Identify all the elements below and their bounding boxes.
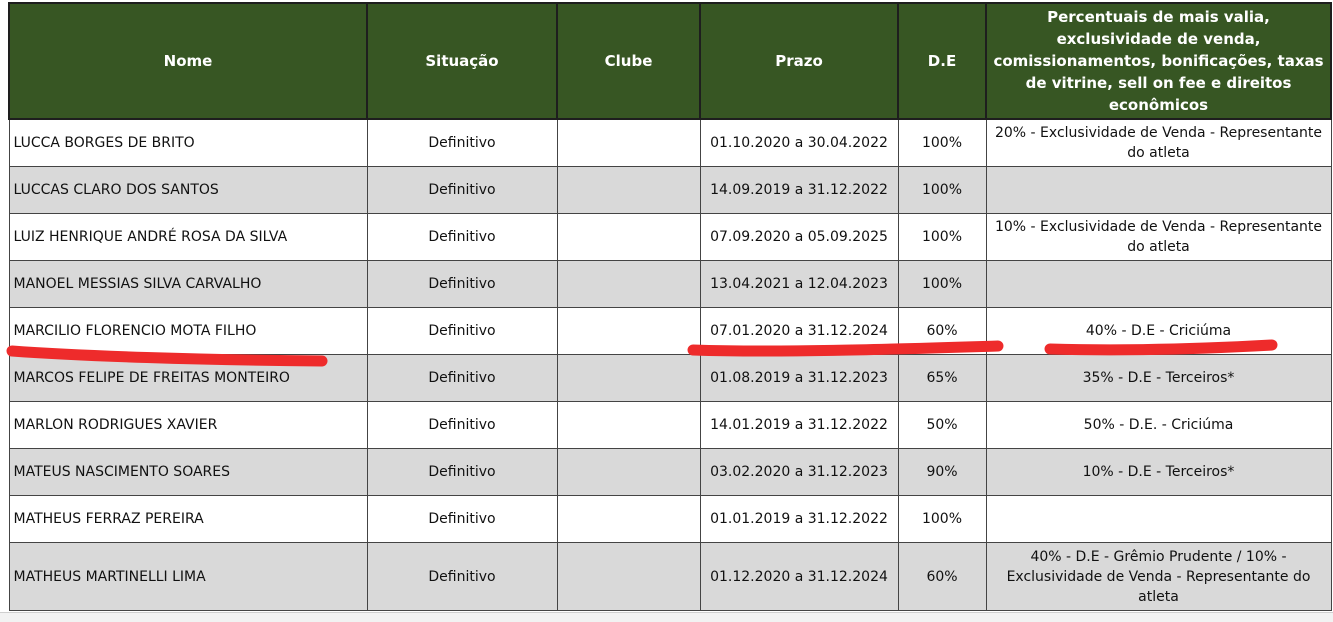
cell-situacao[interactable]: Definitivo	[366, 495, 558, 543]
cell-clube[interactable]	[556, 354, 701, 402]
cell-clube[interactable]	[556, 213, 701, 261]
table-row: MARCILIO FLORENCIO MOTA FILHO Definitivo…	[8, 307, 1332, 355]
cell-nome[interactable]: LUCCAS CLARO DOS SANTOS	[8, 166, 368, 214]
cell-nome[interactable]: MANOEL MESSIAS SILVA CARVALHO	[8, 260, 368, 308]
cell-de[interactable]: 100%	[897, 495, 987, 543]
cell-de[interactable]: 65%	[897, 354, 987, 402]
cell-percentuais[interactable]: 50% - D.E. - Criciúma	[985, 401, 1332, 449]
cell-de[interactable]: 100%	[897, 213, 987, 261]
table-row: MATHEUS MARTINELLI LIMA Definitivo 01.12…	[8, 542, 1332, 611]
cell-percentuais[interactable]	[985, 260, 1332, 308]
cell-de[interactable]: 100%	[897, 260, 987, 308]
cell-percentuais[interactable]	[985, 495, 1332, 543]
cell-situacao[interactable]: Definitivo	[366, 307, 558, 355]
cell-de[interactable]: 60%	[897, 307, 987, 355]
cell-prazo[interactable]: 14.09.2019 a 31.12.2022	[699, 166, 899, 214]
cell-percentuais[interactable]	[985, 166, 1332, 214]
cell-nome[interactable]: MARCILIO FLORENCIO MOTA FILHO	[8, 307, 368, 355]
cell-clube[interactable]	[556, 118, 701, 167]
cell-clube[interactable]	[556, 542, 701, 611]
cell-situacao[interactable]: Definitivo	[366, 401, 558, 449]
cell-clube[interactable]	[556, 401, 701, 449]
players-table: Nome Situação Clube Prazo D.E Percentuai…	[8, 2, 1332, 611]
cell-percentuais[interactable]: 10% - D.E - Terceiros*	[985, 448, 1332, 496]
cell-nome[interactable]: MARCOS FELIPE DE FREITAS MONTEIRO	[8, 354, 368, 402]
cell-prazo[interactable]: 01.01.2019 a 31.12.2022	[699, 495, 899, 543]
cell-prazo[interactable]: 07.01.2020 a 31.12.2024	[699, 307, 899, 355]
cell-situacao[interactable]: Definitivo	[366, 118, 558, 167]
table-row: MARLON RODRIGUES XAVIER Definitivo 14.01…	[8, 401, 1332, 449]
cell-situacao[interactable]: Definitivo	[366, 354, 558, 402]
cell-de[interactable]: 100%	[897, 166, 987, 214]
cell-situacao[interactable]: Definitivo	[366, 166, 558, 214]
cell-percentuais[interactable]: 20% - Exclusividade de Venda - Represent…	[985, 118, 1332, 167]
cell-de[interactable]: 60%	[897, 542, 987, 611]
cell-clube[interactable]	[556, 307, 701, 355]
cell-clube[interactable]	[556, 166, 701, 214]
cell-situacao[interactable]: Definitivo	[366, 260, 558, 308]
cell-prazo[interactable]: 01.10.2020 a 30.04.2022	[699, 118, 899, 167]
cell-prazo[interactable]: 03.02.2020 a 31.12.2023	[699, 448, 899, 496]
cell-clube[interactable]	[556, 448, 701, 496]
table-row: MANOEL MESSIAS SILVA CARVALHO Definitivo…	[8, 260, 1332, 308]
header-percentuais[interactable]: Percentuais de mais valia, exclusividade…	[985, 2, 1332, 120]
cell-de[interactable]: 100%	[897, 118, 987, 167]
cell-clube[interactable]	[556, 495, 701, 543]
table-row: LUCCAS CLARO DOS SANTOS Definitivo 14.09…	[8, 166, 1332, 214]
header-situacao[interactable]: Situação	[366, 2, 558, 120]
cell-percentuais[interactable]: 35% - D.E - Terceiros*	[985, 354, 1332, 402]
cell-nome[interactable]: MATEUS NASCIMENTO SOARES	[8, 448, 368, 496]
cell-situacao[interactable]: Definitivo	[366, 213, 558, 261]
header-row: Nome Situação Clube Prazo D.E Percentuai…	[8, 2, 1332, 120]
cell-clube[interactable]	[556, 260, 701, 308]
cell-prazo[interactable]: 14.01.2019 a 31.12.2022	[699, 401, 899, 449]
table-row: MATHEUS FERRAZ PEREIRA Definitivo 01.01.…	[8, 495, 1332, 543]
cell-situacao[interactable]: Definitivo	[366, 542, 558, 611]
cell-de[interactable]: 90%	[897, 448, 987, 496]
cell-nome[interactable]: LUIZ HENRIQUE ANDRÉ ROSA DA SILVA	[8, 213, 368, 261]
table-row: MARCOS FELIPE DE FREITAS MONTEIRO Defini…	[8, 354, 1332, 402]
table-row: LUCCA BORGES DE BRITO Definitivo 01.10.2…	[8, 118, 1332, 167]
cell-prazo[interactable]: 07.09.2020 a 05.09.2025	[699, 213, 899, 261]
cell-nome[interactable]: LUCCA BORGES DE BRITO	[8, 118, 368, 167]
header-nome[interactable]: Nome	[8, 2, 368, 120]
header-clube[interactable]: Clube	[556, 2, 701, 120]
cell-de[interactable]: 50%	[897, 401, 987, 449]
cell-percentuais[interactable]: 40% - D.E - Criciúma	[985, 307, 1332, 355]
cell-percentuais[interactable]: 40% - D.E - Grêmio Prudente / 10% - Excl…	[985, 542, 1332, 611]
cell-prazo[interactable]: 01.08.2019 a 31.12.2023	[699, 354, 899, 402]
header-prazo[interactable]: Prazo	[699, 2, 899, 120]
cell-percentuais[interactable]: 10% - Exclusividade de Venda - Represent…	[985, 213, 1332, 261]
header-de[interactable]: D.E	[897, 2, 987, 120]
cell-prazo[interactable]: 13.04.2021 a 12.04.2023	[699, 260, 899, 308]
cell-nome[interactable]: MATHEUS MARTINELLI LIMA	[8, 542, 368, 611]
cell-prazo[interactable]: 01.12.2020 a 31.12.2024	[699, 542, 899, 611]
spreadsheet-sheet: Nome Situação Clube Prazo D.E Percentuai…	[8, 2, 1332, 611]
cell-situacao[interactable]: Definitivo	[366, 448, 558, 496]
table-row: LUIZ HENRIQUE ANDRÉ ROSA DA SILVA Defini…	[8, 213, 1332, 261]
table-row: MATEUS NASCIMENTO SOARES Definitivo 03.0…	[8, 448, 1332, 496]
cell-nome[interactable]: MARLON RODRIGUES XAVIER	[8, 401, 368, 449]
cell-nome[interactable]: MATHEUS FERRAZ PEREIRA	[8, 495, 368, 543]
